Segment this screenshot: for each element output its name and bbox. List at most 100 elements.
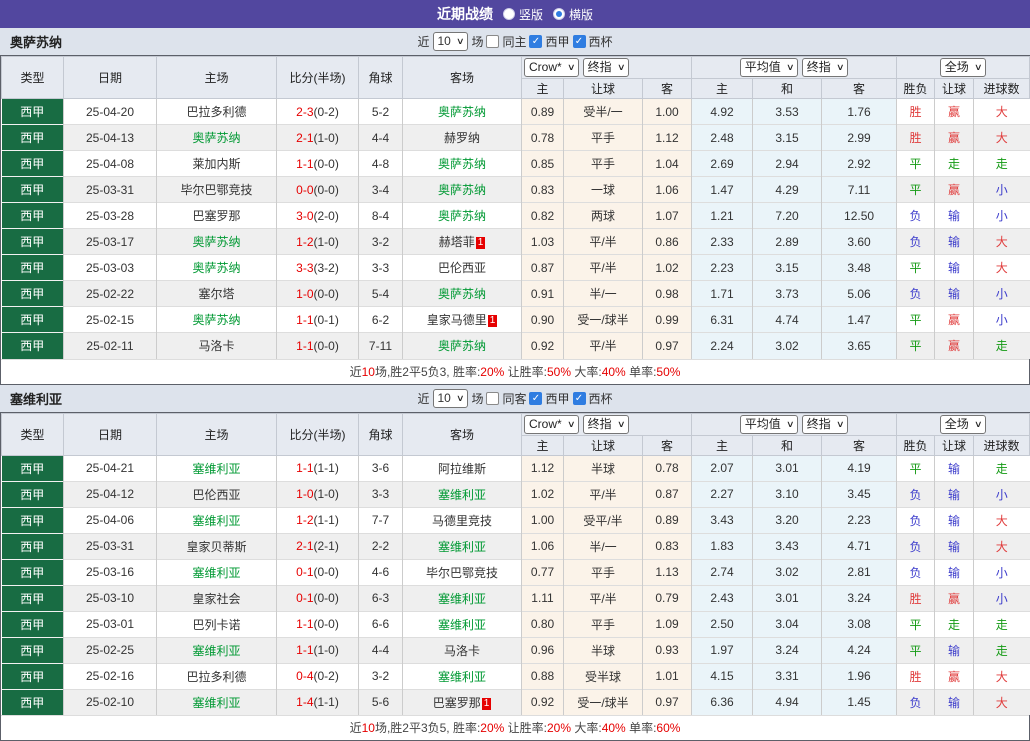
odds-stage-select[interactable]: 终指∨ [583,415,630,434]
team-link: 塞维利亚 [438,618,486,632]
summary-segment: 单率: [626,365,657,379]
league-cell: 西甲 [2,333,64,359]
date-cell: 25-03-17 [64,229,157,255]
avg-away-cell: 2.92 [822,151,897,177]
score-cell: 1-1(1-1) [277,455,359,481]
radio-horizontal-icon[interactable] [553,8,565,20]
date-cell: 25-02-22 [64,281,157,307]
match-row: 西甲25-04-20巴拉多利德2-3(0-2)5-2奥萨苏纳0.89受半/一1.… [2,99,1030,125]
summary-segment: 60% [656,721,680,735]
handicap-result-cell: 走 [935,611,974,637]
match-row: 西甲25-02-16巴拉多利德0-4(0-2)3-2塞维利亚0.88受半球1.0… [2,663,1030,689]
team-link: 毕尔巴鄂竞技 [180,183,252,197]
radio-vertical-label: 竖版 [519,6,543,23]
cup-checkbox[interactable] [573,35,586,48]
odds-handicap-cell: 半/一 [564,281,643,307]
team-link: 塞维利亚 [192,514,240,528]
avg-away-cell: 12.50 [822,203,897,229]
handicap-result-cell: 输 [935,281,974,307]
cup-checkbox[interactable] [573,392,586,405]
date-cell: 25-03-16 [64,559,157,585]
layout-radio-vertical[interactable]: 竖版 [503,6,543,23]
avg-select[interactable]: 平均值∨ [740,415,799,434]
odds-handicap-cell: 半球 [564,455,643,481]
away-team-cell: 塞维利亚 [403,533,522,559]
col-header-away: 客场 [403,413,522,455]
avg-draw-cell: 3.01 [753,455,822,481]
score-cell: 1-0(0-0) [277,281,359,307]
avg-home-cell: 2.48 [692,125,753,151]
team-link: 塞尔塔 [198,287,234,301]
handicap-result-cell: 输 [935,637,974,663]
score-cell: 1-0(1-0) [277,481,359,507]
home-team-cell: 塞尔塔 [157,281,277,307]
bookmaker-select[interactable]: Crow*∨ [524,415,579,434]
odds-away-cell: 1.04 [643,151,692,177]
odds-group-header: Crow*∨ 终指∨ [522,413,692,435]
league-cell: 西甲 [2,125,64,151]
col-header-avg-home: 主 [692,435,753,455]
date-cell: 25-04-12 [64,481,157,507]
odds-stage-select[interactable]: 终指∨ [583,58,630,77]
away-team-cell: 奥萨苏纳 [403,203,522,229]
col-header-result: 胜负 [897,435,935,455]
layout-radio-horizontal[interactable]: 横版 [553,6,593,23]
odds-home-cell: 1.02 [522,481,564,507]
odds-group-header: Crow*∨ 终指∨ [522,57,692,79]
home-team-cell: 巴拉多利德 [157,99,277,125]
home-team-cell: 皇家社会 [157,585,277,611]
match-row: 西甲25-03-01巴列卡诺1-1(0-0)6-6塞维利亚0.80平手1.092… [2,611,1030,637]
date-cell: 25-02-15 [64,307,157,333]
same-away-checkbox[interactable] [486,392,499,405]
col-header-avg-draw: 和 [753,79,822,99]
period-select[interactable]: 全场∨ [940,58,987,77]
summary-segment: 40% [602,365,626,379]
odds-home-cell: 0.92 [522,333,564,359]
date-cell: 25-03-31 [64,177,157,203]
topbar: 近期战绩 竖版 横版 [0,0,1030,28]
score-cell: 1-2(1-1) [277,507,359,533]
odds-home-cell: 0.91 [522,281,564,307]
odds-handicap-cell: 平手 [564,151,643,177]
same-home-label: 同主 [502,33,526,50]
goals-result-cell: 小 [974,177,1030,203]
games-count-select[interactable]: 10∨ [433,389,469,408]
col-header-corner: 角球 [359,413,403,455]
match-row: 西甲25-04-08莱加内斯1-1(0-0)4-8奥萨苏纳0.85平手1.042… [2,151,1030,177]
avg-stage-select[interactable]: 终指∨ [802,415,849,434]
corner-cell: 3-2 [359,663,403,689]
avg-away-cell: 7.11 [822,177,897,203]
away-team-cell: 塞维利亚 [403,611,522,637]
goals-result-cell: 大 [974,99,1030,125]
avg-home-cell: 1.71 [692,281,753,307]
same-home-checkbox[interactable] [486,35,499,48]
avg-away-cell: 3.60 [822,229,897,255]
games-count-select[interactable]: 10∨ [433,32,469,51]
date-cell: 25-02-10 [64,689,157,715]
away-team-cell: 奥萨苏纳 [403,333,522,359]
league-checkbox[interactable] [529,392,542,405]
rank-badge: 1 [488,315,498,327]
odds-away-cell: 0.83 [643,533,692,559]
odds-away-cell: 0.86 [643,229,692,255]
col-header-odds-home: 主 [522,79,564,99]
col-header-type: 类型 [2,57,64,99]
avg-away-cell: 4.71 [822,533,897,559]
avg-away-cell: 2.23 [822,507,897,533]
odds-home-cell: 1.00 [522,507,564,533]
league-checkbox[interactable] [529,35,542,48]
home-team-cell: 巴拉多利德 [157,663,277,689]
match-row: 西甲25-02-25塞维利亚1-1(1-0)4-4马洛卡0.96半球0.931.… [2,637,1030,663]
team-link: 赫塔菲 [439,235,475,249]
col-header-result: 胜负 [897,79,935,99]
avg-select[interactable]: 平均值∨ [740,58,799,77]
team-link: 巴拉多利德 [186,105,246,119]
league-cell: 西甲 [2,689,64,715]
team-link: 巴伦西亚 [192,488,240,502]
away-team-cell: 赫塔菲1 [403,229,522,255]
team-link: 塞维利亚 [192,644,240,658]
radio-vertical-icon[interactable] [503,8,515,20]
period-select[interactable]: 全场∨ [940,415,987,434]
bookmaker-select[interactable]: Crow*∨ [524,58,579,77]
avg-stage-select[interactable]: 终指∨ [802,58,849,77]
